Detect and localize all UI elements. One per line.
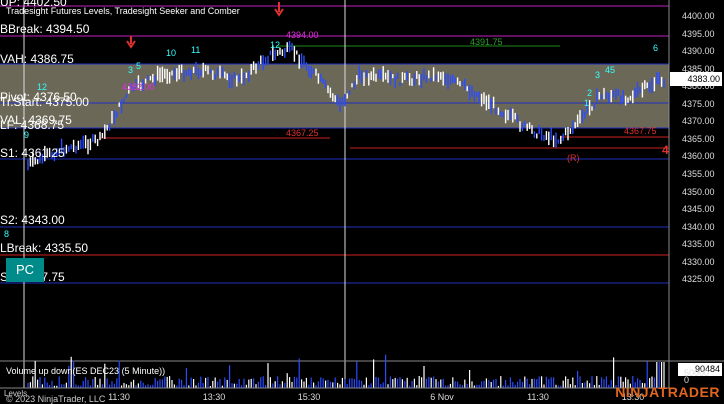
volume-title: Volume up down(ES DEC23 (5 Minute)) (6, 366, 166, 376)
levels-tab[interactable]: Levels (4, 389, 27, 398)
seeker-count: 9 (24, 130, 30, 140)
price-axis-tick: 4355.00 (682, 168, 715, 179)
signal-r: (R) (567, 153, 580, 163)
price-axis-tick: 4360.00 (682, 151, 715, 162)
level-label-s1: S1: 4361.25 (0, 146, 65, 160)
time-axis-label: 11:30 (108, 392, 130, 402)
marker-magenta-4382: 4382.00 (122, 82, 155, 92)
signal-number: 4 (662, 143, 669, 157)
price-axis-tick: 4365.00 (682, 133, 715, 144)
marker-magenta-4394: 4394.00 (286, 30, 319, 40)
pc-button[interactable]: PC (6, 258, 44, 282)
seeker-count: 12 (37, 82, 48, 92)
level-label-vah: VAH: 4386.75 (0, 52, 74, 66)
time-axis-label: 11:30 (527, 392, 549, 402)
price-axis-tick: 4400.00 (682, 11, 715, 21)
seeker-count: 3 (595, 70, 601, 80)
seeker-count: 5 (136, 61, 142, 71)
level-label-lf: LF: 4368.75 (0, 118, 65, 132)
time-axis-label: 15:30 (297, 392, 321, 402)
price-axis-tick: 4395.00 (682, 28, 715, 39)
price-panel (0, 0, 669, 360)
seeker-count: 12 (270, 40, 281, 50)
seeker-count: 6 (653, 43, 659, 53)
price-chart[interactable] (0, 0, 724, 402)
level-label-breakout: BBreak: 4394.50 (0, 22, 90, 36)
seeker-count: 8 (4, 229, 10, 239)
brand-logo: NINJATRADER (615, 384, 720, 400)
price-axis-tick: 4335.00 (682, 239, 715, 250)
level-label-lbreak: LBreak: 4335.50 (0, 241, 89, 255)
price-axis-tick: 4390.00 (682, 46, 715, 57)
price-axis-tick: 4345.00 (682, 204, 715, 215)
level-label-s2: S2: 4343.00 (0, 213, 65, 227)
price-axis-tick: 4375.00 (682, 98, 715, 109)
seeker-count: 10 (166, 48, 177, 58)
level-label-up: UP: 4402.50 (0, 0, 67, 9)
price-axis-tick: 4325.00 (682, 274, 715, 285)
price-axis-tick: 4350.00 (682, 186, 715, 197)
marker-green-4391: 4391.75 (470, 37, 503, 47)
price-axis-tick: 4370.00 (682, 116, 715, 127)
price-axis-tick: 4340.00 (682, 221, 715, 232)
level-label-trstart: Tr.Start: 4375.00 (0, 95, 89, 109)
seeker-count: 1 (584, 98, 590, 108)
seeker-count: 2 (587, 88, 593, 98)
price-axis-tick: 4330.00 (682, 256, 715, 267)
time-axis-label: 6 Nov (430, 392, 454, 402)
seeker-count: 11 (191, 45, 201, 55)
time-axis-label: 13:30 (202, 392, 226, 402)
marker-red-4367: 4367.25 (286, 128, 319, 138)
current-price-badge: 4383.00 (670, 72, 722, 86)
marker-red-4367b: 4367.75 (624, 126, 657, 136)
seeker-count: 3 (128, 65, 134, 75)
seeker-count: 45 (605, 65, 616, 75)
